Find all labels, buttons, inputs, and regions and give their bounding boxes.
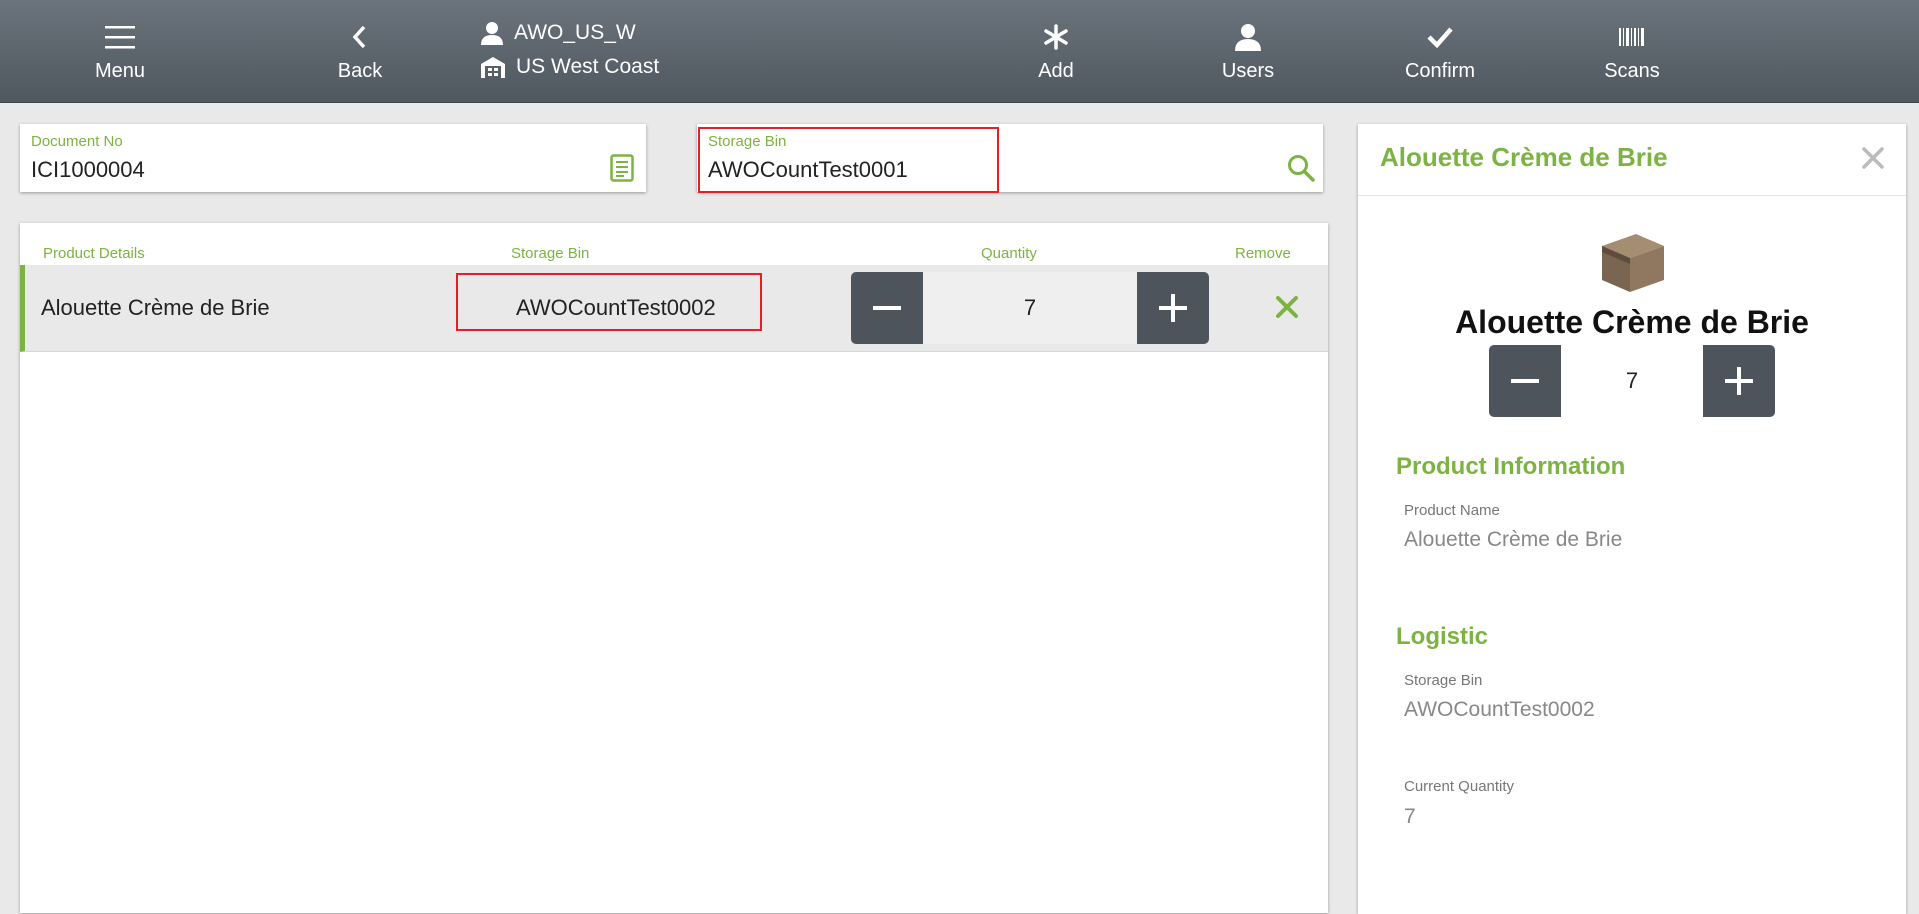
confirm-label: Confirm	[1404, 59, 1475, 82]
user-row: AWO_US_W	[480, 16, 659, 50]
current-quantity-label: Current Quantity	[1404, 778, 1515, 795]
asterisk-icon	[1042, 20, 1070, 54]
user-icon	[481, 22, 503, 45]
checkmark-icon	[1426, 20, 1454, 54]
menu-button[interactable]: Menu	[50, 0, 190, 102]
close-icon[interactable]	[1861, 146, 1885, 175]
menu-label: Menu	[94, 59, 146, 82]
barcode-icon	[1618, 20, 1646, 54]
column-header-quantity: Quantity	[981, 245, 1037, 262]
column-header-storage-bin: Storage Bin	[511, 245, 590, 262]
back-label: Back	[337, 59, 383, 82]
detail-quantity-stepper: 7	[1489, 345, 1775, 417]
top-toolbar: Menu Back AWO_US_W US West Coast Add Use…	[0, 0, 1919, 103]
user-context: AWO_US_W US West Coast	[480, 16, 659, 84]
users-label: Users	[1221, 59, 1275, 82]
minus-icon	[873, 306, 901, 310]
increment-button[interactable]	[1703, 345, 1775, 417]
plus-icon	[1725, 367, 1753, 395]
product-box-image	[1596, 224, 1668, 301]
user-icon	[1234, 20, 1262, 54]
remove-icon[interactable]	[1275, 295, 1299, 324]
product-name-label: Product Name	[1404, 502, 1500, 519]
detail-product-title: Alouette Crème de Brie	[1455, 304, 1809, 340]
warehouse-name: US West Coast	[516, 55, 660, 78]
warehouse-icon	[481, 57, 505, 78]
scans-button[interactable]: Scans	[1562, 0, 1702, 102]
current-quantity-value: 7	[1404, 805, 1416, 828]
row-product-name: Alouette Crème de Brie	[41, 295, 270, 320]
detail-header-title: Alouette Crème de Brie	[1380, 142, 1668, 172]
chevron-left-icon	[350, 20, 370, 54]
user-name: AWO_US_W	[514, 21, 636, 44]
product-detail-panel: Alouette Crème de Brie Alouette Crème de…	[1358, 124, 1906, 914]
document-no-value[interactable]: ICI1000004	[31, 157, 145, 183]
column-header-remove: Remove	[1235, 245, 1291, 262]
detail-quantity-value[interactable]: 7	[1561, 345, 1703, 417]
decrement-button[interactable]	[1489, 345, 1561, 417]
quantity-stepper: 7	[851, 272, 1209, 344]
product-information-heading: Product Information	[1396, 453, 1626, 480]
minus-icon	[1511, 379, 1539, 383]
users-button[interactable]: Users	[1178, 0, 1318, 102]
highlight-box	[456, 273, 762, 331]
logistic-heading: Logistic	[1396, 623, 1489, 650]
add-button[interactable]: Add	[986, 0, 1126, 102]
document-no-field[interactable]: Document No ICI1000004	[20, 124, 646, 192]
increment-button[interactable]	[1137, 272, 1209, 344]
divider	[1358, 195, 1906, 196]
add-label: Add	[1038, 59, 1074, 82]
storage-bin-value: AWOCountTest0002	[1404, 698, 1595, 721]
warehouse-row: US West Coast	[480, 50, 659, 84]
document-no-label: Document No	[31, 133, 123, 150]
confirm-button[interactable]: Confirm	[1370, 0, 1510, 102]
highlight-box	[698, 127, 999, 193]
document-list-icon[interactable]	[610, 154, 634, 187]
product-name-value: Alouette Crème de Brie	[1404, 528, 1623, 551]
scans-label: Scans	[1604, 59, 1660, 82]
hamburger-icon	[103, 20, 137, 54]
storage-bin-label: Storage Bin	[1404, 672, 1483, 689]
back-button[interactable]: Back	[290, 0, 430, 102]
plus-icon	[1159, 294, 1187, 322]
column-header-product: Product Details	[43, 245, 145, 262]
search-icon[interactable]	[1287, 154, 1315, 187]
decrement-button[interactable]	[851, 272, 923, 344]
quantity-value[interactable]: 7	[923, 272, 1137, 344]
